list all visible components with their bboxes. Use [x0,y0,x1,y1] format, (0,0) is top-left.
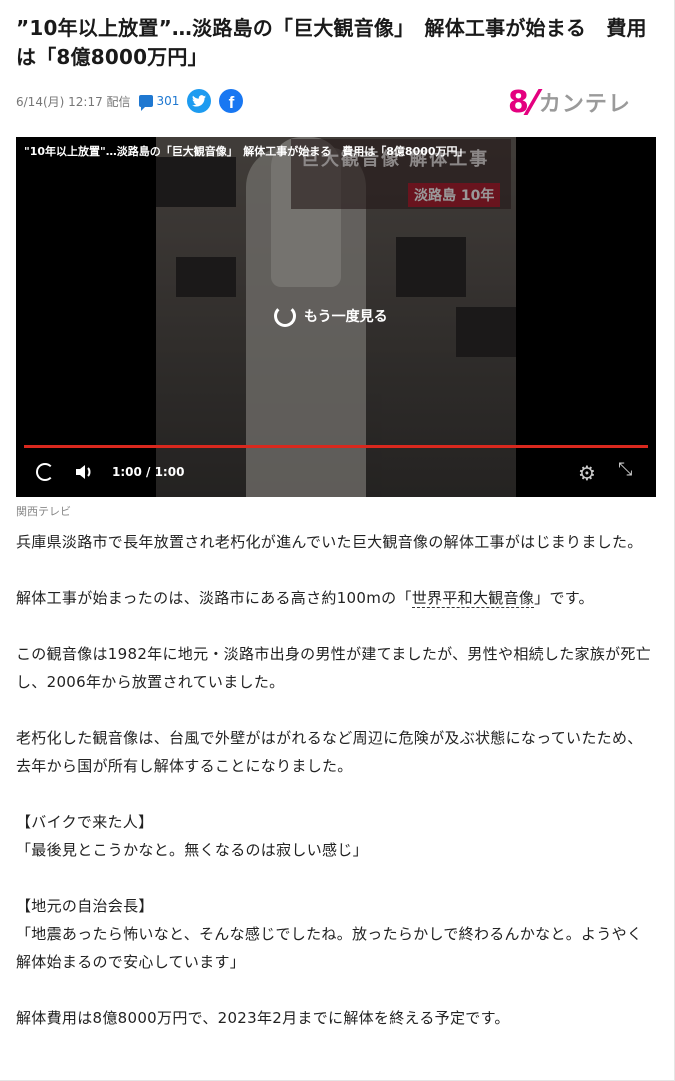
logo-name: カンテレ [538,92,631,117]
article-meta: 6/14(月) 12:17 配信 301 f [16,88,244,114]
paragraph-2: 解体工事が始まったのは、淡路市にある高さ約100mの「世界平和大観音像」です。 [16,584,656,612]
comment-count: 301 [156,94,180,108]
quote-2-text: 「地震あったら怖いなと、そんな感じでしたね。放ったらかしで終わるんかなと。ようや… [16,925,643,971]
video-controls: 1:00 / 1:00 ⚙ ⤡ [16,457,656,489]
quote-1-text: 「最後見とこうかなと。無くなるのは寂しい感じ」 [16,841,368,859]
fullscreen-icon[interactable]: ⤡ [618,459,632,480]
replay-icon [274,305,296,327]
paragraph-2-text: 解体工事が始まったのは、淡路市にある高さ約100mの「 [16,589,412,607]
paragraph-2-end: 」です。 [534,589,594,607]
playback-time: 1:00 / 1:00 [112,465,185,479]
twitter-share-button[interactable] [187,89,212,113]
comment-icon [138,95,153,111]
facebook-icon: f [228,92,235,112]
settings-gear-icon[interactable]: ⚙ [578,461,596,485]
paragraph-1: 兵庫県淡路市で長年放置され老朽化が進んでいた巨大観音像の解体工事がはじまりました… [16,533,643,551]
quote-2-heading: 【地元の自治会長】 [16,897,154,915]
paragraph-4: 老朽化した観音像は、台風で外壁がはがれるなど周辺に危険が及ぶ状態になっていたため… [16,729,643,775]
replay-overlay-button[interactable]: もう一度見る [274,305,388,327]
broadcaster-logo[interactable]: 8 カンテレ [508,82,638,122]
progress-bar[interactable] [24,445,648,448]
publish-date: 6/14(月) 12:17 配信 [16,94,131,109]
article-body: 兵庫県淡路市で長年放置され老朽化が進んでいた巨大観音像の解体工事がはじまりました… [16,528,656,1032]
replay-control-icon[interactable] [36,463,54,481]
statue-name-link[interactable]: 世界平和大観音像 [411,589,535,608]
quote-1-heading: 【バイクで来た人】 [16,813,154,831]
paragraph-5: 解体費用は8億8000万円で、2023年2月までに解体を終える予定です。 [16,1009,510,1027]
twitter-icon [192,95,207,107]
video-title: "10年以上放置"…淡路島の「巨大観音像」 解体工事が始まる 費用は「8億800… [24,145,469,158]
replay-label: もう一度見る [304,309,388,325]
video-credit: 関西テレビ [16,505,71,518]
thumbnail-caption-2: 淡路島 10年 [408,183,501,207]
video-player[interactable]: 巨大観音像 解体工事 淡路島 10年 "10年以上放置"…淡路島の「巨大観音像」… [16,137,656,497]
paragraph-3: この観音像は1982年に地元・淡路市出身の男性が建てましたが、男性や相続した家族… [16,645,652,691]
volume-icon[interactable] [74,462,94,482]
facebook-share-button[interactable]: f [219,89,244,113]
comment-link[interactable]: 301 [138,94,180,111]
article-headline: ”10年以上放置”…淡路島の「巨大観音像」 解体工事が始まる 費用は「8億800… [16,16,647,69]
